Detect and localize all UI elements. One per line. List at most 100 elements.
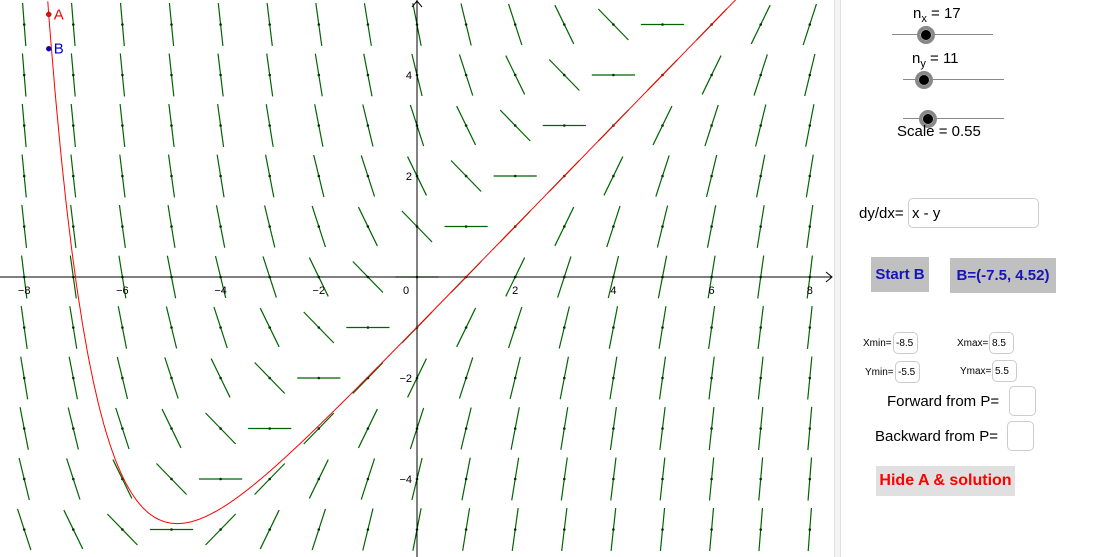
slope-point — [170, 174, 173, 178]
slope-point — [759, 326, 762, 329]
slope-point — [268, 528, 272, 531]
slope-point — [513, 23, 517, 26]
slope-point — [268, 73, 272, 77]
slope-point — [710, 73, 713, 77]
solution-curve — [47, 0, 737, 525]
slope-point — [170, 73, 173, 77]
slope-point — [513, 124, 517, 127]
slope-point — [121, 528, 124, 531]
scale-label: Scale = 0.55 — [897, 123, 981, 140]
slope-point — [808, 23, 812, 26]
slope-point — [612, 528, 615, 531]
slope-point — [72, 174, 75, 178]
slope-point — [612, 73, 615, 77]
start-b-button[interactable]: Start B — [871, 257, 929, 292]
slope-point — [710, 225, 713, 228]
nx-slider-track[interactable] — [892, 34, 993, 35]
slope-point — [808, 174, 812, 178]
dydx-input[interactable]: x - y — [908, 198, 1039, 228]
slope-point — [759, 225, 762, 228]
slope-point — [121, 376, 124, 380]
slope-point — [121, 326, 124, 329]
hide-solution-button[interactable]: Hide A & solution — [876, 466, 1015, 496]
slope-point — [513, 528, 517, 531]
slope-point — [464, 225, 468, 228]
slope-point — [710, 376, 713, 380]
slope-point — [22, 23, 26, 26]
nx-slider-knob[interactable] — [917, 26, 935, 44]
slope-point — [317, 124, 321, 127]
slope-point — [759, 427, 762, 430]
slope-point — [72, 376, 75, 380]
ny-slider-knob[interactable] — [915, 71, 933, 89]
ymin-input[interactable]: -5.5 — [895, 361, 920, 383]
slope-point — [219, 23, 222, 26]
slope-point — [170, 376, 173, 380]
slope-point — [366, 477, 370, 481]
slope-point — [808, 124, 812, 127]
slope-point — [661, 124, 664, 127]
slope-point — [759, 73, 762, 77]
slope-point — [366, 174, 370, 178]
ny-label: ny = 11 — [912, 50, 959, 70]
x-tick-label: 4 — [610, 285, 616, 297]
slope-point — [366, 326, 370, 329]
slope-point — [366, 73, 370, 77]
slope-point — [219, 427, 222, 430]
slope-point — [317, 174, 321, 178]
slope-point — [170, 427, 173, 430]
slope-point — [710, 326, 713, 329]
xmin-input[interactable]: -8.5 — [893, 332, 918, 354]
slope-point — [808, 225, 812, 228]
slope-point — [317, 528, 321, 531]
slope-point — [464, 174, 468, 178]
slope-point — [72, 23, 75, 26]
slope-point — [513, 376, 517, 380]
slope-point — [22, 427, 26, 430]
slope-point — [661, 477, 664, 481]
slope-point — [661, 326, 664, 329]
slope-point — [219, 477, 222, 481]
slope-point — [759, 23, 762, 26]
x-tick-label: −8 — [18, 285, 31, 297]
slope-point — [317, 376, 321, 380]
slope-point — [563, 427, 566, 430]
slope-point — [170, 326, 173, 329]
xmax-input[interactable]: 8.5 — [989, 332, 1014, 354]
slope-point — [72, 427, 75, 430]
slope-point — [72, 73, 75, 77]
point-a[interactable] — [46, 11, 52, 18]
slope-point — [612, 477, 615, 481]
graphics-view[interactable]: −8 −6 −4 −2 0 2 4 6 8 42−2−4 AB — [0, 0, 834, 557]
slope-point — [464, 376, 468, 380]
b-coords-button[interactable]: B=(-7.5, 4.52) — [950, 258, 1056, 293]
slope-point — [464, 73, 468, 77]
slope-point — [563, 73, 566, 77]
x-tick-label: 0 — [403, 285, 409, 297]
backward-input[interactable] — [1007, 421, 1034, 451]
slope-point — [219, 174, 222, 178]
slope-point — [464, 124, 468, 127]
slope-point — [612, 326, 615, 329]
slope-point — [317, 477, 321, 481]
point-b[interactable] — [46, 45, 52, 52]
slope-point — [661, 528, 664, 531]
forward-label: Forward from P= — [887, 393, 1000, 410]
slope-point — [563, 23, 566, 26]
slope-point — [22, 528, 26, 531]
points[interactable]: AB — [46, 6, 64, 58]
slope-point — [170, 23, 173, 26]
slope-point — [710, 528, 713, 531]
panel-divider[interactable] — [834, 0, 841, 557]
forward-input[interactable] — [1009, 386, 1036, 416]
slope-point — [72, 124, 75, 127]
slope-point — [464, 326, 468, 329]
ymax-input[interactable]: 5.5 — [992, 360, 1017, 382]
slope-point — [759, 124, 762, 127]
slope-point — [72, 326, 75, 329]
slope-point — [808, 326, 812, 329]
slope-point — [808, 477, 812, 481]
slope-point — [22, 124, 26, 127]
slope-point — [563, 124, 566, 127]
slope-point — [612, 376, 615, 380]
